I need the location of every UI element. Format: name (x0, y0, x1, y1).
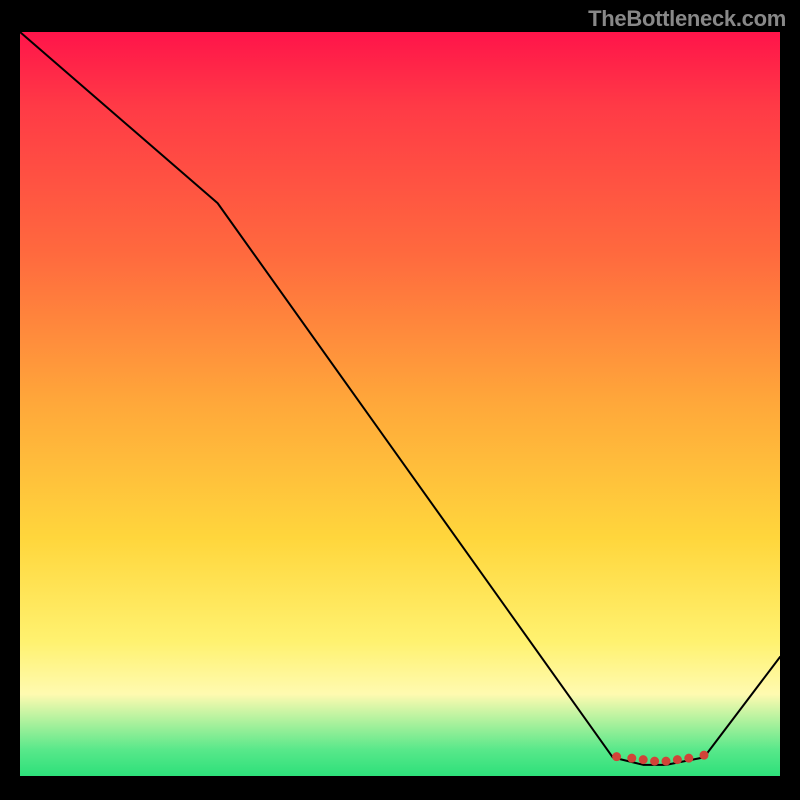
dot-8 (700, 751, 709, 760)
dot-3 (639, 755, 648, 764)
dot-6 (673, 755, 682, 764)
chart-container: TheBottleneck.com (0, 0, 800, 800)
chart-svg (20, 32, 780, 776)
dot-4 (650, 757, 659, 766)
dot-5 (662, 757, 671, 766)
dot-1 (612, 752, 621, 761)
series-line (20, 32, 780, 765)
watermark: TheBottleneck.com (588, 6, 786, 32)
dot-2 (627, 754, 636, 763)
dot-7 (684, 754, 693, 763)
